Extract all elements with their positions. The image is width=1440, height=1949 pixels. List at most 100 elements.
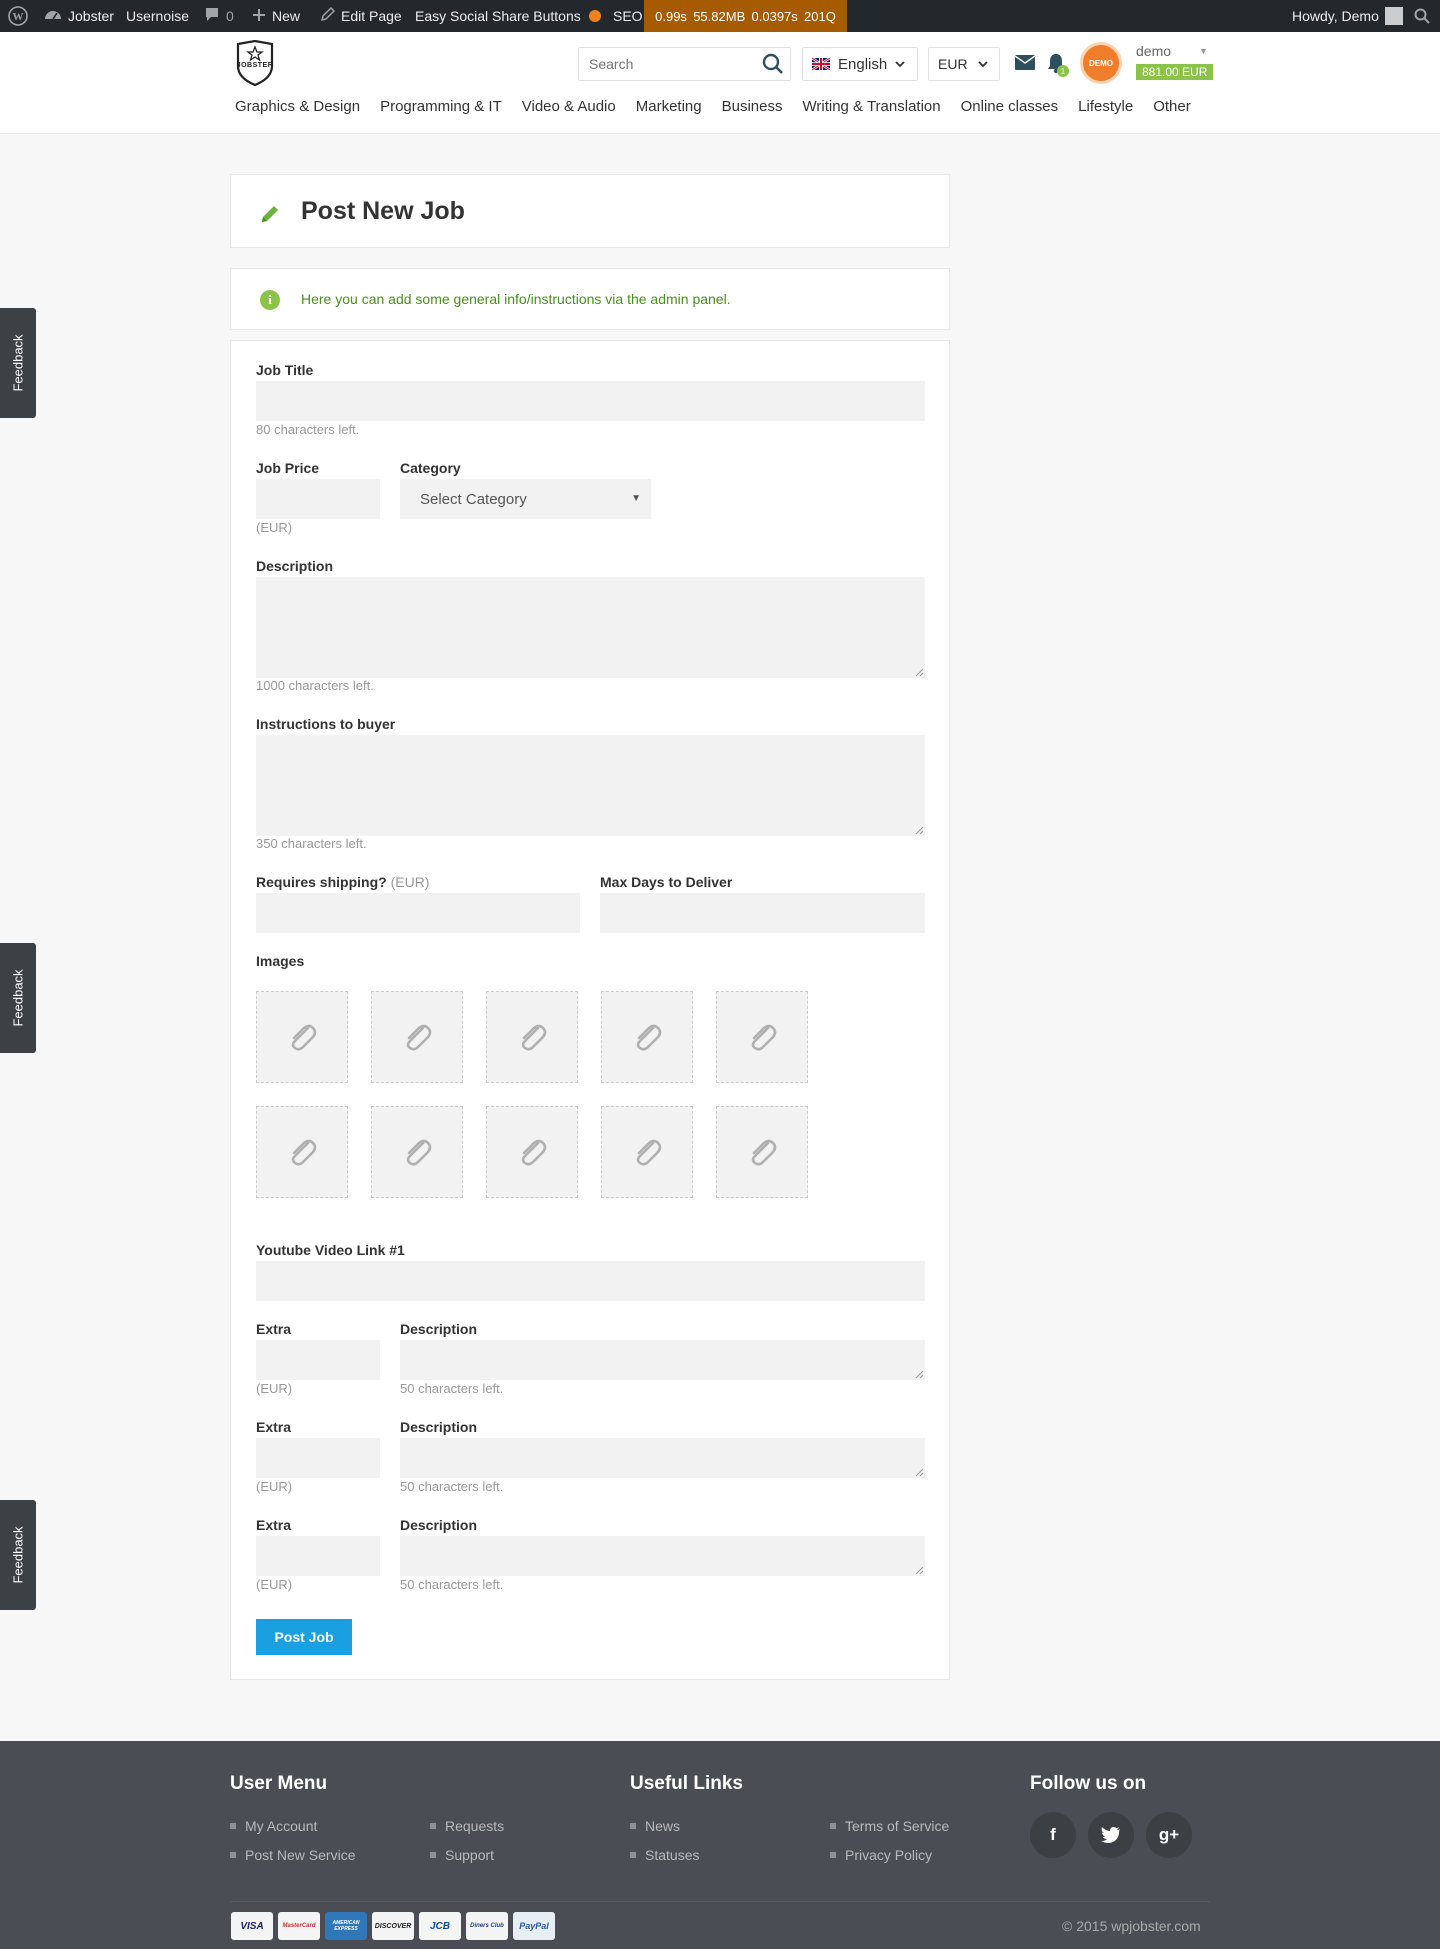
- image-upload-slot[interactable]: [486, 1106, 578, 1198]
- youtube-link-input[interactable]: [256, 1261, 925, 1301]
- extra-description-label: Description: [400, 1321, 478, 1337]
- nav-item[interactable]: Lifestyle: [1078, 98, 1133, 115]
- image-upload-slot[interactable]: [256, 991, 348, 1083]
- footer-link[interactable]: Statuses: [630, 1847, 699, 1863]
- my-account-menu[interactable]: Howdy, Demo: [1292, 0, 1403, 32]
- nav-item[interactable]: Graphics & Design: [235, 98, 360, 115]
- usernoise-menu[interactable]: Usernoise: [126, 0, 189, 32]
- job-price-currency: (EUR): [256, 520, 293, 535]
- footer-link[interactable]: News: [630, 1818, 680, 1834]
- comments-count: 0: [226, 8, 234, 24]
- resize-handle-icon[interactable]: [915, 1566, 924, 1575]
- resize-handle-icon[interactable]: [915, 1468, 924, 1477]
- nav-item[interactable]: Writing & Translation: [802, 98, 940, 115]
- new-label: New: [272, 8, 301, 24]
- instructions-textarea[interactable]: [256, 735, 925, 836]
- google-plus-icon[interactable]: g+: [1146, 1812, 1192, 1858]
- max-days-input[interactable]: [600, 893, 925, 933]
- footer-link[interactable]: Requests: [430, 1818, 504, 1834]
- svg-text:W: W: [13, 11, 24, 23]
- jobster-logo[interactable]: JOBSTER: [232, 39, 278, 87]
- nav-item[interactable]: Video & Audio: [522, 98, 616, 115]
- image-upload-slot[interactable]: [371, 1106, 463, 1198]
- instructions-label: Instructions to buyer: [256, 716, 396, 732]
- chevron-down-icon: [895, 61, 905, 68]
- mastercard-icon: MasterCard: [278, 1912, 320, 1940]
- search-icon[interactable]: [762, 53, 784, 75]
- extra-description-textarea[interactable]: [400, 1438, 925, 1478]
- extra-price-input[interactable]: [256, 1536, 380, 1576]
- info-icon: i: [260, 290, 280, 310]
- page-title: Post New Job: [301, 197, 465, 225]
- comments-menu[interactable]: 0: [204, 0, 234, 32]
- description-label: Description: [256, 558, 334, 574]
- nav-item[interactable]: Online classes: [961, 98, 1059, 115]
- image-upload-slot[interactable]: [716, 1106, 808, 1198]
- caret-down-icon[interactable]: ▼: [1199, 46, 1208, 56]
- extra-price-input[interactable]: [256, 1340, 380, 1380]
- footer-link[interactable]: Privacy Policy: [830, 1847, 932, 1863]
- useful-links-title: Useful Links: [630, 1773, 743, 1794]
- extra-description-textarea[interactable]: [400, 1340, 925, 1380]
- feedback-tab[interactable]: Feedback: [0, 1500, 36, 1610]
- post-job-button[interactable]: Post Job: [256, 1619, 352, 1655]
- user-name[interactable]: demo: [1136, 43, 1171, 59]
- footer-link[interactable]: Post New Service: [230, 1847, 355, 1863]
- user-avatar[interactable]: DEMO: [1080, 42, 1122, 84]
- footer-link[interactable]: Terms of Service: [830, 1818, 949, 1834]
- seo-menu[interactable]: SEO: [589, 0, 643, 32]
- job-price-input[interactable]: [256, 479, 380, 519]
- visa-icon: VISA: [231, 1912, 273, 1940]
- image-upload-slot[interactable]: [601, 1106, 693, 1198]
- nav-item[interactable]: Business: [722, 98, 783, 115]
- seo-label: SEO: [613, 8, 643, 24]
- info-panel: i Here you can add some general info/ins…: [230, 268, 950, 330]
- paperclip-icon: [291, 1139, 317, 1166]
- description-textarea[interactable]: [256, 577, 925, 678]
- shipping-input[interactable]: [256, 893, 580, 933]
- image-upload-slot[interactable]: [371, 991, 463, 1083]
- facebook-icon[interactable]: f: [1030, 1812, 1076, 1858]
- language-selector[interactable]: English: [802, 47, 918, 81]
- qm-memory: 55.82MB: [693, 8, 746, 24]
- image-upload-slot[interactable]: [486, 991, 578, 1083]
- plus-icon: [252, 8, 266, 25]
- nav-item[interactable]: Programming & IT: [380, 98, 502, 115]
- language-label: English: [838, 55, 888, 73]
- resize-handle-icon[interactable]: [915, 1370, 924, 1379]
- images-label: Images: [256, 953, 305, 969]
- social-share-menu[interactable]: Easy Social Share Buttons: [415, 0, 581, 32]
- category-select[interactable]: Select Category ▼: [400, 479, 651, 519]
- extra-currency: (EUR): [256, 1479, 293, 1494]
- caret-down-icon: ▼: [631, 493, 641, 504]
- edit-page-menu[interactable]: Edit Page: [320, 0, 402, 32]
- mail-icon[interactable]: [1015, 55, 1035, 70]
- footer-link[interactable]: Support: [430, 1847, 494, 1863]
- nav-item[interactable]: Other: [1153, 98, 1191, 115]
- new-content-menu[interactable]: New: [252, 0, 300, 32]
- query-monitor-menu[interactable]: 0.99s 55.82MB 0.0397s 201Q: [644, 0, 847, 32]
- feedback-tab[interactable]: Feedback: [0, 308, 36, 418]
- site-name-menu[interactable]: Jobster: [44, 0, 114, 32]
- footer-link[interactable]: My Account: [230, 1818, 317, 1834]
- admin-search-icon[interactable]: [1414, 0, 1430, 32]
- description-hint: 1000 characters left.: [256, 678, 374, 693]
- feedback-tab[interactable]: Feedback: [0, 943, 36, 1053]
- job-title-input[interactable]: [256, 381, 925, 421]
- wordpress-logo-icon[interactable]: W: [8, 0, 28, 32]
- extra-description-textarea[interactable]: [400, 1536, 925, 1576]
- twitter-icon[interactable]: [1088, 1812, 1134, 1858]
- info-text: Here you can add some general info/instr…: [301, 291, 731, 307]
- nav-item[interactable]: Marketing: [636, 98, 702, 115]
- image-upload-slot[interactable]: [716, 991, 808, 1083]
- image-upload-slot[interactable]: [601, 991, 693, 1083]
- image-upload-slot[interactable]: [256, 1106, 348, 1198]
- search-input[interactable]: [579, 48, 754, 80]
- youtube-label: Youtube Video Link #1: [256, 1242, 405, 1258]
- extra-price-input[interactable]: [256, 1438, 380, 1478]
- resize-handle-icon[interactable]: [915, 826, 924, 835]
- feedback-tab-label: Feedback: [11, 334, 26, 391]
- resize-handle-icon[interactable]: [915, 668, 924, 677]
- currency-selector[interactable]: EUR: [928, 47, 1000, 81]
- admin-bar: W Jobster Usernoise 0 New Edit Page Easy…: [0, 0, 1440, 32]
